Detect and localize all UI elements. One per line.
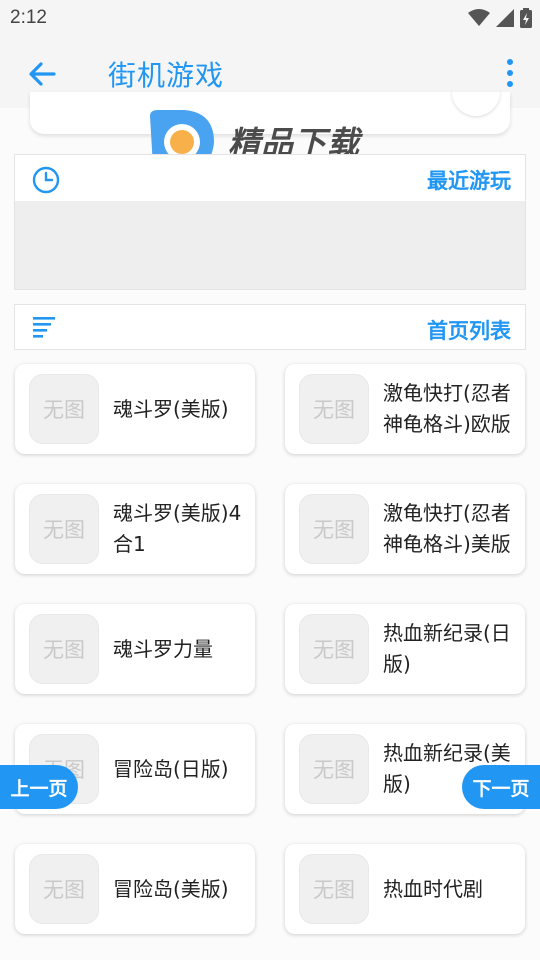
home-list-header[interactable]: 首页列表 — [14, 304, 526, 350]
game-card[interactable]: 无图 冒险岛(美版) — [15, 844, 255, 934]
game-name: 魂斗罗力量 — [113, 604, 243, 694]
more-vert-icon[interactable] — [504, 58, 516, 88]
game-name-text: 激龟快打(忍者神龟格斗)美版 — [383, 501, 511, 556]
game-thumbnail-placeholder: 无图 — [29, 854, 99, 924]
game-name-text: 魂斗罗力量 — [113, 636, 213, 661]
status-bar: 2:12 — [0, 0, 540, 36]
game-name-text: 冒险岛(日版) — [113, 756, 229, 781]
game-card[interactable]: 无图 热血新纪录(日版) — [285, 604, 525, 694]
game-thumbnail-placeholder: 无图 — [29, 374, 99, 444]
game-name-text: 魂斗罗(美版)4合1 — [113, 501, 242, 556]
home-list-title: 首页列表 — [427, 319, 511, 343]
game-name-text: 激龟快打(忍者神龟格斗)欧版 — [383, 381, 511, 436]
game-thumbnail-placeholder: 无图 — [29, 494, 99, 564]
game-name: 魂斗罗(美版)4合1 — [113, 484, 243, 574]
prev-page-button[interactable]: 上一页 — [0, 765, 78, 809]
game-name: 冒险岛(日版) — [113, 724, 243, 814]
game-name-text: 魂斗罗(美版) — [113, 396, 229, 421]
game-thumbnail-placeholder: 无图 — [299, 854, 369, 924]
game-thumbnail-placeholder: 无图 — [299, 734, 369, 804]
game-card[interactable]: 无图 魂斗罗力量 — [15, 604, 255, 694]
back-arrow-icon[interactable] — [24, 56, 60, 92]
game-thumbnail-placeholder: 无图 — [299, 614, 369, 684]
next-page-button[interactable]: 下一页 — [462, 765, 540, 809]
game-name: 激龟快打(忍者神龟格斗)美版 — [383, 484, 513, 574]
game-name-text: 热血新纪录(日版) — [383, 621, 511, 676]
recent-section: 最近游玩 — [14, 154, 526, 290]
battery-icon — [520, 8, 532, 28]
game-name: 激龟快打(忍者神龟格斗)欧版 — [383, 364, 513, 454]
page-title: 街机游戏 — [108, 59, 225, 92]
recent-title: 最近游玩 — [427, 169, 511, 193]
game-name: 热血新纪录(日版) — [383, 604, 513, 694]
wifi-icon — [468, 9, 490, 26]
game-thumbnail-placeholder: 无图 — [299, 374, 369, 444]
list-sort-icon — [33, 317, 55, 338]
game-name: 魂斗罗(美版) — [113, 364, 243, 454]
clock-icon — [32, 166, 60, 194]
signal-icon — [496, 9, 514, 27]
game-thumbnail-placeholder: 无图 — [29, 614, 99, 684]
game-thumbnail-placeholder: 无图 — [299, 494, 369, 564]
recent-list — [15, 201, 525, 289]
game-card[interactable]: 无图 激龟快打(忍者神龟格斗)美版 — [285, 484, 525, 574]
recent-header[interactable]: 最近游玩 — [15, 155, 525, 201]
game-card[interactable]: 无图 魂斗罗(美版) — [15, 364, 255, 454]
status-icons — [468, 8, 532, 28]
search-card[interactable] — [30, 92, 510, 134]
game-name: 热血时代剧 — [383, 844, 513, 934]
game-card[interactable]: 无图 魂斗罗(美版)4合1 — [15, 484, 255, 574]
game-card[interactable]: 无图 热血时代剧 — [285, 844, 525, 934]
game-name-text: 热血时代剧 — [383, 876, 483, 901]
status-time: 2:12 — [10, 7, 47, 28]
game-name-text: 冒险岛(美版) — [113, 876, 229, 901]
search-button[interactable] — [452, 92, 500, 116]
game-name: 冒险岛(美版) — [113, 844, 243, 934]
game-card[interactable]: 无图 激龟快打(忍者神龟格斗)欧版 — [285, 364, 525, 454]
